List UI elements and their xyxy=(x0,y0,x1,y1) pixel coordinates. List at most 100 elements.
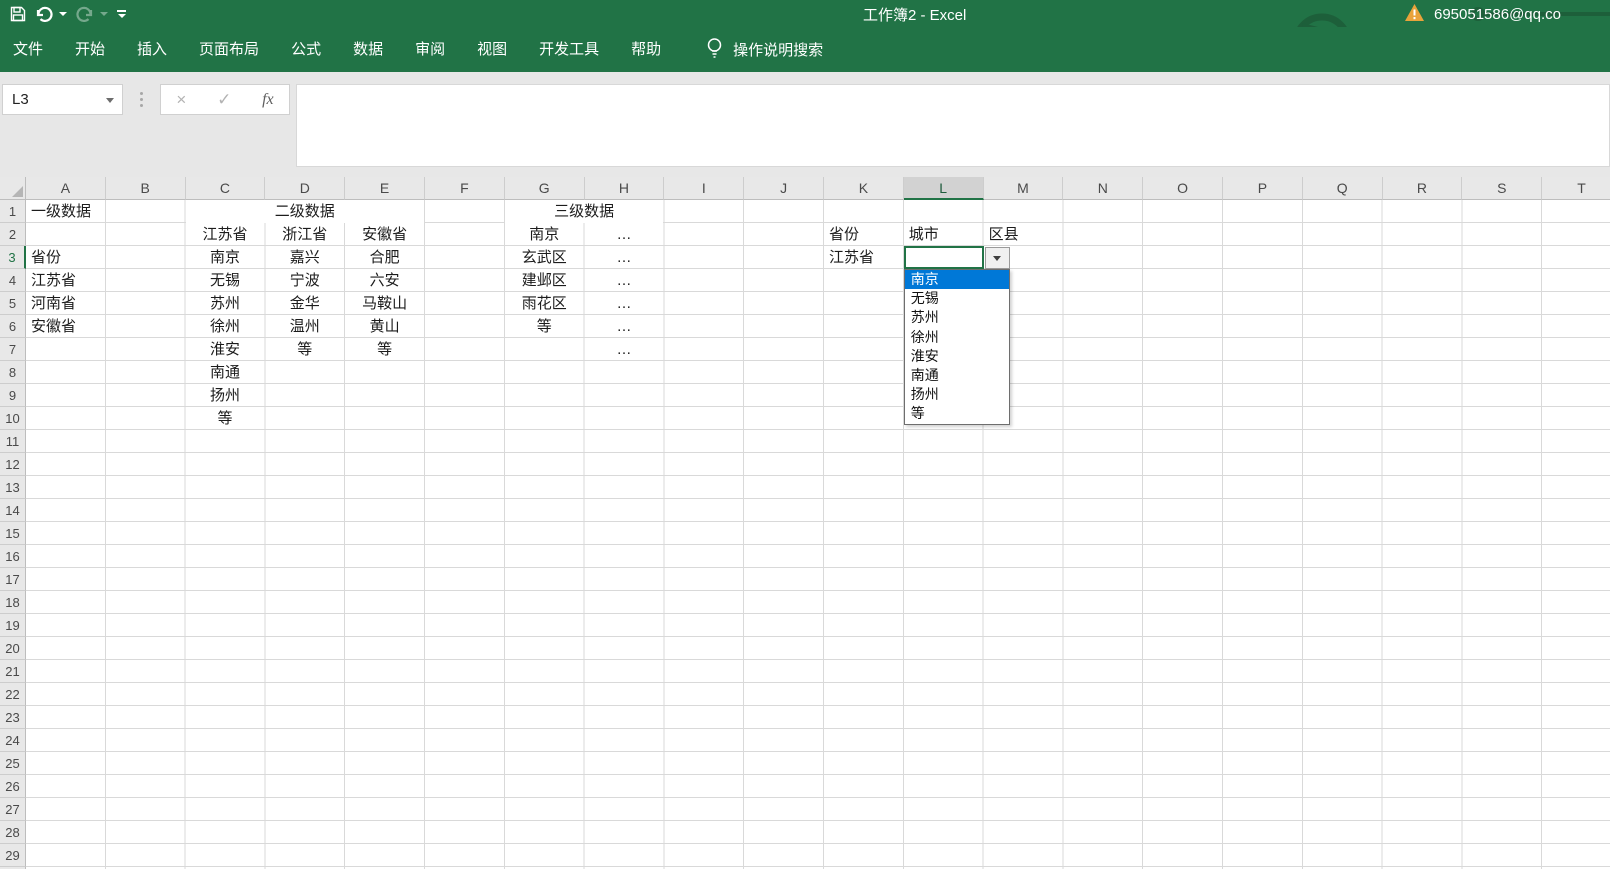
cell-G4[interactable]: 建邺区 xyxy=(505,269,584,292)
row-header-20[interactable]: 20 xyxy=(0,637,26,660)
dropdown-item-等[interactable]: 等 xyxy=(905,404,1009,423)
ribbon-tab-插入[interactable]: 插入 xyxy=(124,27,180,72)
dropdown-item-南通[interactable]: 南通 xyxy=(905,366,1009,385)
row-header-13[interactable]: 13 xyxy=(0,476,26,499)
cell-C9[interactable]: 扬州 xyxy=(186,384,265,407)
row-header-7[interactable]: 7 xyxy=(0,338,26,361)
cell-C4[interactable]: 无锡 xyxy=(186,269,265,292)
row-header-17[interactable]: 17 xyxy=(0,568,26,591)
cell-H2[interactable]: … xyxy=(585,223,664,246)
cell-G1[interactable]: 三级数据 xyxy=(505,200,664,223)
column-header-O[interactable]: O xyxy=(1143,177,1223,200)
customize-quick-access-toolbar-icon[interactable] xyxy=(117,10,126,18)
selected-cell-L3[interactable] xyxy=(904,246,984,269)
cell-D6[interactable]: 温州 xyxy=(265,315,344,338)
cell-D2[interactable]: 浙江省 xyxy=(265,223,344,246)
ribbon-tab-开发工具[interactable]: 开发工具 xyxy=(526,27,612,72)
save-icon[interactable] xyxy=(10,6,26,22)
cell-A4[interactable]: 江苏省 xyxy=(26,269,105,292)
column-header-H[interactable]: H xyxy=(585,177,665,200)
ribbon-tab-开始[interactable]: 开始 xyxy=(62,27,118,72)
enter-icon[interactable]: ✓ xyxy=(217,90,231,110)
ribbon-tab-视图[interactable]: 视图 xyxy=(464,27,520,72)
column-header-S[interactable]: S xyxy=(1462,177,1542,200)
column-header-J[interactable]: J xyxy=(744,177,824,200)
cell-C3[interactable]: 南京 xyxy=(186,246,265,269)
tell-me-label[interactable]: 操作说明搜索 xyxy=(733,39,823,60)
cell-E7[interactable]: 等 xyxy=(345,338,424,361)
cell-A5[interactable]: 河南省 xyxy=(26,292,105,315)
ribbon-tab-审阅[interactable]: 审阅 xyxy=(402,27,458,72)
row-header-28[interactable]: 28 xyxy=(0,821,26,844)
account-area[interactable]: 695051586@qq.co xyxy=(1404,3,1561,26)
ribbon-tab-数据[interactable]: 数据 xyxy=(340,27,396,72)
row-header-25[interactable]: 25 xyxy=(0,752,26,775)
cell-A6[interactable]: 安徽省 xyxy=(26,315,105,338)
column-header-P[interactable]: P xyxy=(1223,177,1303,200)
cell-D3[interactable]: 嘉兴 xyxy=(265,246,344,269)
column-header-N[interactable]: N xyxy=(1063,177,1143,200)
cell-C1[interactable]: 二级数据 xyxy=(186,200,424,223)
cell-L2[interactable]: 城市 xyxy=(904,223,983,246)
cell-A1[interactable]: 一级数据 xyxy=(26,200,105,223)
cell-K2[interactable]: 省份 xyxy=(824,223,903,246)
data-validation-dropdown-button[interactable] xyxy=(985,247,1010,269)
row-header-21[interactable]: 21 xyxy=(0,660,26,683)
cell-H5[interactable]: … xyxy=(585,292,664,315)
column-header-G[interactable]: G xyxy=(505,177,585,200)
row-header-8[interactable]: 8 xyxy=(0,361,26,384)
row-header-15[interactable]: 15 xyxy=(0,522,26,545)
row-header-29[interactable]: 29 xyxy=(0,844,26,867)
ribbon-tab-文件[interactable]: 文件 xyxy=(0,27,56,72)
row-header-3[interactable]: 3 xyxy=(0,246,26,269)
row-header-10[interactable]: 10 xyxy=(0,407,26,430)
cell-C2[interactable]: 江苏省 xyxy=(186,223,265,246)
cell-E2[interactable]: 安徽省 xyxy=(345,223,424,246)
cell-K3[interactable]: 江苏省 xyxy=(824,246,903,269)
cell-E3[interactable]: 合肥 xyxy=(345,246,424,269)
cell-H7[interactable]: … xyxy=(585,338,664,361)
cell-H6[interactable]: … xyxy=(585,315,664,338)
row-header-5[interactable]: 5 xyxy=(0,292,26,315)
cell-C10[interactable]: 等 xyxy=(186,407,265,430)
cell-D5[interactable]: 金华 xyxy=(265,292,344,315)
more-options-icon[interactable] xyxy=(134,84,148,115)
cell-H3[interactable]: … xyxy=(585,246,664,269)
formula-bar-input[interactable] xyxy=(296,84,1610,167)
warning-icon[interactable] xyxy=(1404,3,1425,26)
ribbon-tab-帮助[interactable]: 帮助 xyxy=(618,27,674,72)
cell-G3[interactable]: 玄武区 xyxy=(505,246,584,269)
row-header-2[interactable]: 2 xyxy=(0,223,26,246)
undo-dropdown-icon[interactable] xyxy=(59,12,67,16)
column-header-C[interactable]: C xyxy=(186,177,266,200)
cell-E4[interactable]: 六安 xyxy=(345,269,424,292)
column-header-E[interactable]: E xyxy=(345,177,425,200)
cell-D7[interactable]: 等 xyxy=(265,338,344,361)
name-box[interactable]: L3 xyxy=(2,84,123,115)
dropdown-item-徐州[interactable]: 徐州 xyxy=(905,328,1009,347)
ribbon-tab-页面布局[interactable]: 页面布局 xyxy=(186,27,272,72)
column-header-M[interactable]: M xyxy=(984,177,1064,200)
column-header-Q[interactable]: Q xyxy=(1303,177,1383,200)
column-header-I[interactable]: I xyxy=(664,177,744,200)
column-header-B[interactable]: B xyxy=(106,177,186,200)
insert-function-icon[interactable]: fx xyxy=(262,91,274,109)
row-header-12[interactable]: 12 xyxy=(0,453,26,476)
cell-D4[interactable]: 宁波 xyxy=(265,269,344,292)
row-header-4[interactable]: 4 xyxy=(0,269,26,292)
cell-C7[interactable]: 淮安 xyxy=(186,338,265,361)
column-header-D[interactable]: D xyxy=(265,177,345,200)
account-email[interactable]: 695051586@qq.co xyxy=(1434,6,1561,23)
dropdown-item-苏州[interactable]: 苏州 xyxy=(905,308,1009,327)
cell-C6[interactable]: 徐州 xyxy=(186,315,265,338)
cell-G6[interactable]: 等 xyxy=(505,315,584,338)
cell-G2[interactable]: 南京 xyxy=(505,223,584,246)
row-header-1[interactable]: 1 xyxy=(0,200,26,223)
dropdown-item-扬州[interactable]: 扬州 xyxy=(905,385,1009,404)
name-box-dropdown-icon[interactable] xyxy=(106,98,114,103)
cancel-icon[interactable]: × xyxy=(176,90,186,110)
column-header-R[interactable]: R xyxy=(1383,177,1463,200)
row-header-27[interactable]: 27 xyxy=(0,798,26,821)
row-header-18[interactable]: 18 xyxy=(0,591,26,614)
dropdown-item-无锡[interactable]: 无锡 xyxy=(905,289,1009,308)
